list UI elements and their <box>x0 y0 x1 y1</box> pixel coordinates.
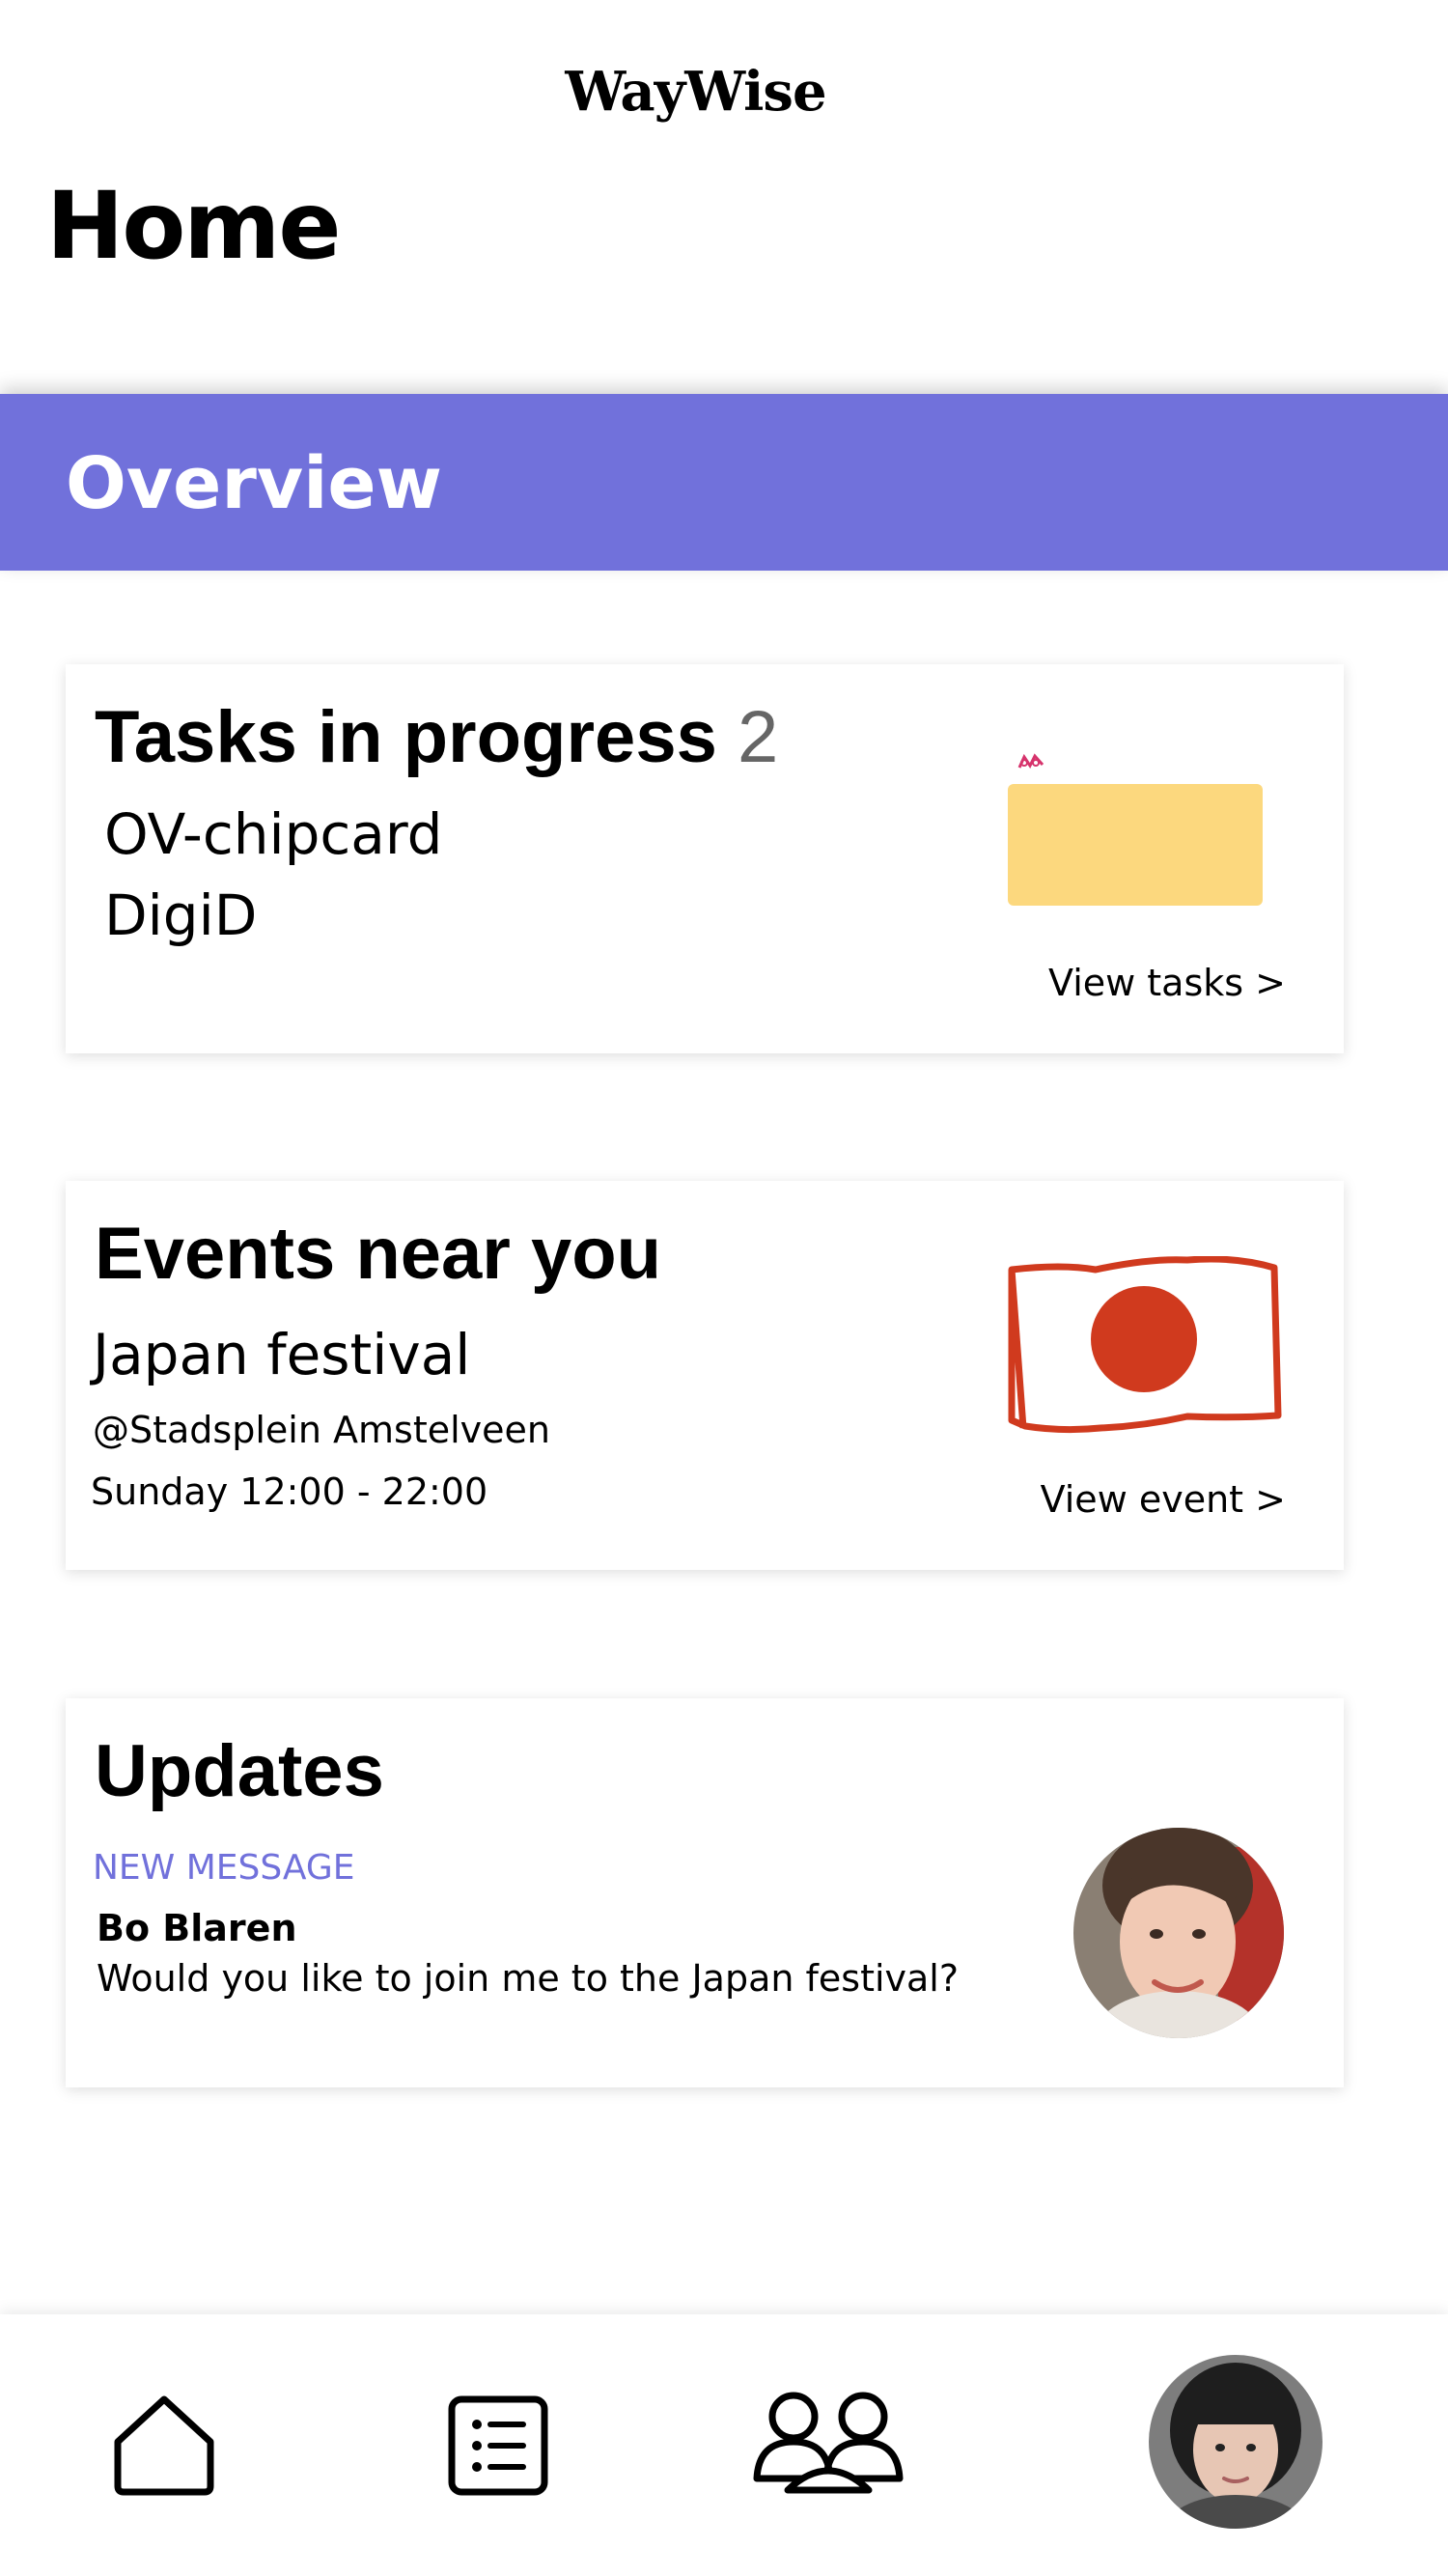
tasks-title-text: Tasks in progress <box>95 696 717 778</box>
overview-banner: Overview <box>0 394 1448 571</box>
app-logo: WayWise <box>565 60 826 124</box>
list-icon[interactable] <box>446 2394 552 2503</box>
task-item[interactable]: DigiD <box>104 882 257 948</box>
bottom-nav <box>0 2314 1448 2576</box>
profile-avatar[interactable] <box>1149 2355 1323 2529</box>
view-event-link[interactable]: View event > <box>1041 1478 1286 1521</box>
updates-title: Updates <box>95 1730 384 1812</box>
tag-icon <box>1017 753 1044 769</box>
task-item[interactable]: OV-chipcard <box>104 801 443 867</box>
page-title: Home <box>46 172 341 280</box>
events-card[interactable]: Events near you Japan festival @Stadsple… <box>66 1181 1344 1570</box>
tasks-count: 2 <box>737 696 779 778</box>
folder-icon <box>1008 784 1263 906</box>
event-location: @Stadsplein Amstelveen <box>93 1409 550 1451</box>
home-icon[interactable] <box>108 2392 220 2505</box>
tasks-title: Tasks in progress 2 <box>95 695 778 779</box>
sender-avatar[interactable] <box>1073 1828 1284 2038</box>
message-sender: Bo Blaren <box>97 1907 297 1949</box>
new-message-label: NEW MESSAGE <box>93 1848 355 1888</box>
updates-card[interactable]: Updates NEW MESSAGE Bo Blaren Would you … <box>66 1698 1344 2087</box>
people-icon[interactable] <box>749 2384 907 2505</box>
event-name: Japan festival <box>93 1322 471 1387</box>
message-text[interactable]: Would you like to join me to the Japan f… <box>97 1957 959 2000</box>
event-time: Sunday 12:00 - 22:00 <box>91 1470 488 1513</box>
view-tasks-link[interactable]: View tasks > <box>1048 962 1286 1004</box>
overview-title: Overview <box>66 442 442 525</box>
tasks-card[interactable]: Tasks in progress 2 OV-chipcard DigiD Vi… <box>66 664 1344 1053</box>
japan-flag-icon <box>1008 1256 1282 1434</box>
events-title: Events near you <box>95 1213 662 1295</box>
